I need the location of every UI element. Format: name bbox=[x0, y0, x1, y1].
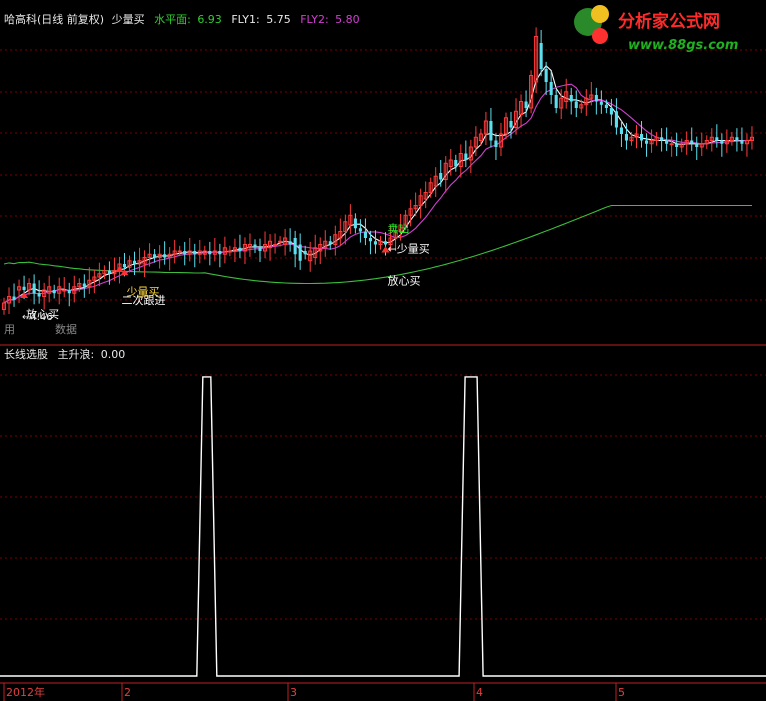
fly2-value: 5.80 bbox=[335, 13, 360, 26]
stock-title: 哈高科(日线 前复权) bbox=[4, 12, 104, 26]
candle-body-down bbox=[574, 101, 578, 108]
signal-label: 少量买 bbox=[112, 13, 145, 26]
candle-body-down bbox=[12, 296, 16, 300]
candle-body-down bbox=[439, 173, 443, 180]
fly2-label: FLY2: bbox=[300, 13, 328, 26]
time-axis-label: 2012年 bbox=[6, 685, 45, 699]
candle-body-down bbox=[358, 228, 362, 232]
candle-body-down bbox=[715, 137, 719, 141]
fly1-value: 5.75 bbox=[266, 13, 291, 26]
time-axis-label: 3 bbox=[290, 686, 297, 699]
candle-body-up bbox=[278, 240, 283, 243]
candle-body-down bbox=[298, 244, 302, 261]
candle-body-down bbox=[328, 241, 332, 245]
candle-body-down bbox=[454, 160, 458, 167]
time-axis-label: 2 bbox=[124, 686, 131, 699]
candle-body-down bbox=[660, 137, 664, 141]
candle-body-down bbox=[464, 153, 468, 160]
chart-stage[interactable]: 放心买二次跟进少量买卖出←少量买放心买 2012年 2 3 4 5 分析家公式网 www… bbox=[0, 0, 766, 701]
candle-body-down bbox=[599, 101, 603, 105]
signal-label: 放心买 bbox=[388, 274, 421, 288]
level-value: 6.93 bbox=[197, 13, 222, 26]
candle-body-down bbox=[720, 140, 724, 144]
candle-body-down bbox=[494, 140, 498, 147]
candle-body-down bbox=[665, 140, 669, 144]
candle-body-up bbox=[273, 244, 278, 246]
logo-ball-icon bbox=[592, 28, 608, 44]
candle-body-down bbox=[107, 270, 111, 274]
status-hint-head: 用 bbox=[4, 323, 15, 336]
candle-body-up bbox=[62, 289, 67, 292]
signal-label: 卖出 bbox=[388, 222, 410, 236]
candle-body-down bbox=[569, 95, 573, 102]
logo-url: www.88gs.com bbox=[628, 38, 738, 53]
candle-body-down bbox=[639, 134, 644, 141]
candle-body-up bbox=[669, 143, 674, 146]
candle-body-down bbox=[132, 260, 137, 264]
candle-body-up bbox=[227, 250, 232, 253]
candle-body-down bbox=[624, 134, 629, 141]
candle-body-down bbox=[288, 241, 292, 245]
signal-label: ←少量买 bbox=[388, 243, 430, 256]
candle-body-down bbox=[695, 143, 699, 147]
series-label: 主升浪: bbox=[58, 347, 95, 361]
candle-body-down bbox=[163, 254, 167, 258]
candle-body-down bbox=[258, 247, 262, 251]
candle-body-down bbox=[67, 290, 71, 294]
candle-body-down bbox=[735, 137, 739, 141]
candle-body-down bbox=[183, 251, 187, 255]
min-price-arrow: ← bbox=[22, 312, 30, 323]
candle-body-down bbox=[303, 251, 307, 255]
logo-ball-icon bbox=[591, 5, 609, 23]
candle-body-down bbox=[544, 69, 548, 82]
candle-body-down bbox=[368, 238, 372, 242]
candle-body-down bbox=[122, 264, 127, 268]
main-header: 哈高科(日线 前复权) 少量买 水平面: 6.93 FLY1: 5.75 FLY… bbox=[4, 12, 360, 26]
candle-body-down bbox=[193, 251, 197, 255]
candle-body-up bbox=[177, 250, 182, 253]
candle-body-down bbox=[539, 43, 543, 69]
candle-body-down bbox=[353, 218, 357, 229]
series-value: 0.00 bbox=[101, 348, 126, 361]
candle-body-down bbox=[609, 108, 613, 115]
time-axis-label: 4 bbox=[476, 686, 483, 699]
candle-body-down bbox=[82, 283, 86, 287]
candle-body-down bbox=[614, 111, 618, 128]
candle-body-down bbox=[604, 104, 608, 108]
min-price-label: ←4.46 bbox=[22, 312, 53, 323]
candle-body-down bbox=[32, 283, 36, 294]
candle-body-down bbox=[740, 140, 744, 144]
candle-body-down bbox=[594, 95, 598, 102]
candle-body-down bbox=[293, 238, 297, 255]
candle-body-down bbox=[208, 251, 212, 255]
sub-header: 长线选股 主升浪: 0.00 bbox=[4, 347, 125, 361]
candle-body-down bbox=[690, 140, 694, 144]
candle-body-down bbox=[619, 127, 623, 134]
indicator-name: 长线选股 bbox=[4, 347, 48, 361]
candle-body-down bbox=[238, 247, 242, 251]
candle-body-down bbox=[554, 95, 558, 108]
min-price-value: 4.46 bbox=[30, 312, 52, 323]
signal-label: 少量买 bbox=[126, 285, 159, 298]
logo-title: 分析家公式网 bbox=[618, 11, 720, 32]
candle-body-down bbox=[489, 121, 493, 141]
candle-body-down bbox=[153, 254, 157, 258]
fly1-label: FLY1: bbox=[231, 13, 259, 26]
candle-body-down bbox=[37, 293, 41, 297]
candle-body-down bbox=[509, 121, 513, 128]
candle-body-down bbox=[549, 82, 553, 95]
status-hint-tail: 数据 bbox=[55, 322, 77, 336]
candle-body-down bbox=[524, 101, 528, 108]
candle-body-down bbox=[675, 143, 679, 147]
candle-body-down bbox=[22, 286, 26, 290]
candle-body-down bbox=[52, 290, 56, 294]
time-axis-label: 5 bbox=[618, 686, 625, 699]
level-label: 水平面: bbox=[154, 13, 191, 26]
candle-body-down bbox=[373, 241, 378, 245]
candle-body-down bbox=[218, 251, 222, 255]
candle-body-down bbox=[644, 140, 649, 144]
candle-body-down bbox=[253, 244, 257, 248]
candle-body-down bbox=[363, 231, 367, 238]
